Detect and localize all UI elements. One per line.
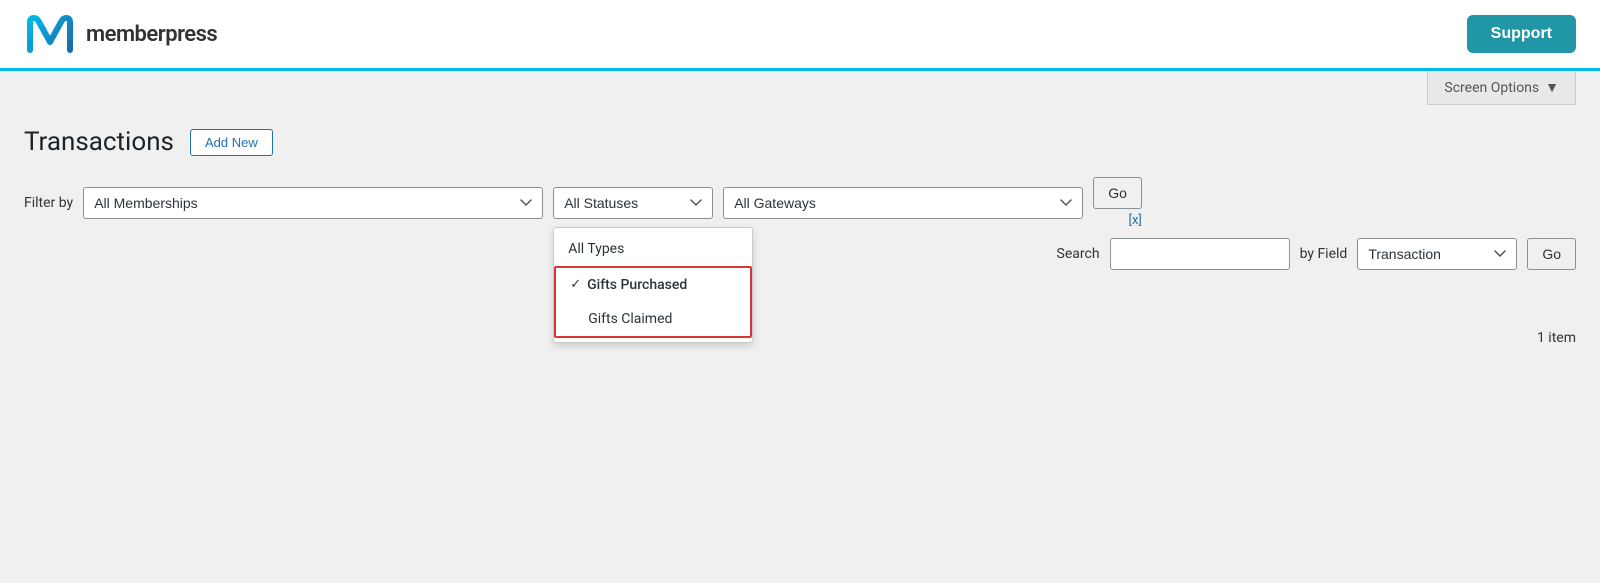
- search-go-button[interactable]: Go: [1527, 238, 1576, 270]
- gifts-claimed-label: Gifts Claimed: [570, 311, 672, 327]
- items-count: 1 item: [24, 330, 1576, 346]
- filter-by-label: Filter by: [24, 195, 73, 211]
- search-label: Search: [1057, 246, 1100, 262]
- gifts-purchased-option[interactable]: ✓ Gifts Purchased: [556, 268, 750, 302]
- logo-area: memberpress: [24, 12, 217, 56]
- filter-controls: Go [x]: [1093, 177, 1142, 228]
- page-title: Transactions: [24, 127, 174, 157]
- search-row: Search by Field Transaction Go: [24, 238, 1576, 270]
- by-field-label: by Field: [1300, 246, 1348, 262]
- types-dropdown-inner: ✓ Gifts Purchased Gifts Claimed: [554, 266, 752, 338]
- membership-select[interactable]: All Memberships: [83, 187, 543, 219]
- types-dropdown: All Types ✓ Gifts Purchased Gifts Claime…: [553, 227, 753, 343]
- gifts-claimed-option[interactable]: Gifts Claimed: [556, 302, 750, 336]
- content-area: Screen Options ▼ Transactions Add New Fi…: [0, 71, 1600, 366]
- search-input[interactable]: [1110, 238, 1290, 270]
- filter-row: Filter by All Memberships All Statuses A…: [24, 177, 1576, 228]
- add-new-button[interactable]: Add New: [190, 129, 273, 156]
- title-row: Transactions Add New: [24, 127, 1576, 157]
- header: memberpress Support: [0, 0, 1600, 71]
- logo-text: memberpress: [86, 22, 217, 47]
- gifts-purchased-label: Gifts Purchased: [587, 277, 687, 293]
- statuses-select[interactable]: All Statuses: [553, 187, 713, 219]
- checkmark-icon: ✓: [570, 277, 581, 292]
- screen-options-arrow-icon: ▼: [1545, 79, 1559, 96]
- support-button[interactable]: Support: [1467, 15, 1576, 53]
- field-select[interactable]: Transaction: [1357, 238, 1517, 270]
- filter-go-button[interactable]: Go: [1093, 177, 1142, 209]
- screen-options-button[interactable]: Screen Options ▼: [1427, 71, 1576, 105]
- screen-options-label: Screen Options: [1444, 80, 1539, 96]
- memberpress-logo-icon: [24, 12, 76, 56]
- gateway-select[interactable]: All Gateways: [723, 187, 1083, 219]
- all-types-option[interactable]: All Types: [554, 232, 752, 266]
- clear-filter-button[interactable]: [x]: [1093, 213, 1142, 228]
- statuses-dropdown-container: All Statuses All Types ✓ Gifts Purchased…: [553, 187, 713, 219]
